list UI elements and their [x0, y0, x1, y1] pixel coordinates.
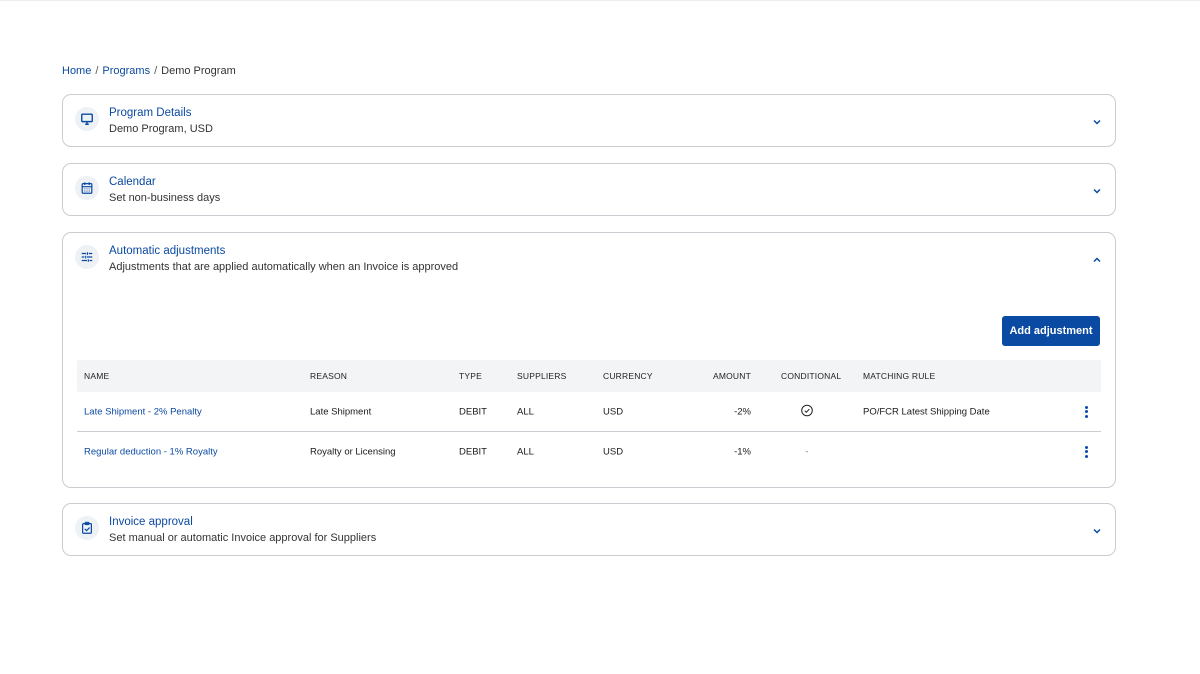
more-options-icon[interactable]: [1083, 405, 1089, 419]
column-header-type[interactable]: TYPE: [459, 371, 482, 381]
adjustment-suppliers: ALL: [517, 446, 534, 457]
invoice-approval-subtitle: Set manual or automatic Invoice approval…: [109, 532, 377, 544]
sliders-icon: [75, 245, 99, 269]
calendar-section: Calendar Set non-business days: [62, 163, 1116, 216]
chevron-up-icon[interactable]: [1091, 253, 1103, 265]
automatic-adjustments-subtitle: Adjustments that are applied automatical…: [109, 261, 459, 273]
column-header-suppliers[interactable]: SUPPLIERS: [517, 371, 567, 381]
chevron-down-icon[interactable]: [1091, 524, 1103, 536]
adjustment-amount: -2%: [734, 406, 751, 417]
breadcrumb-separator: /: [154, 65, 158, 77]
program-details-subtitle: Demo Program, USD: [109, 123, 213, 135]
adjustment-name-link[interactable]: Late Shipment - 2% Penalty: [84, 406, 202, 417]
invoice-approval-title: Invoice approval: [109, 516, 193, 528]
top-divider: [0, 0, 1200, 1]
automatic-adjustments-header[interactable]: Automatic adjustments Adjustments that a…: [63, 233, 1115, 285]
adjustment-currency: USD: [603, 406, 624, 417]
calendar-title: Calendar: [109, 176, 156, 188]
automatic-adjustments-title: Automatic adjustments: [109, 245, 226, 257]
breadcrumb-home[interactable]: Home: [62, 65, 91, 77]
adjustment-type: DEBIT: [459, 446, 487, 457]
check-circle-icon: [799, 404, 815, 419]
adjustment-suppliers: ALL: [517, 406, 534, 417]
calendar-icon: [75, 176, 99, 200]
adjustment-reason: Late Shipment: [310, 406, 372, 417]
adjustment-currency: USD: [603, 446, 624, 457]
program-details-section: Program Details Demo Program, USD: [62, 94, 1116, 147]
add-adjustment-button[interactable]: Add adjustment: [1002, 316, 1100, 346]
automatic-adjustments-section: Automatic adjustments Adjustments that a…: [62, 232, 1116, 488]
adjustment-reason: Royalty or Licensing: [310, 446, 396, 457]
adjustment-name-link[interactable]: Regular deduction - 1% Royalty: [84, 446, 218, 457]
table-row: Late Shipment - 2% Penalty Late Shipment…: [77, 392, 1101, 431]
adjustment-type: DEBIT: [459, 406, 487, 417]
adjustment-amount: -1%: [734, 446, 751, 457]
column-header-conditional[interactable]: CONDITIONAL: [781, 371, 841, 381]
adjustment-matching-rule: PO/FCR Latest Shipping Date: [863, 406, 990, 417]
table-header: NAME REASON TYPE SUPPLIERS CURRENCY AMOU…: [77, 360, 1101, 392]
breadcrumb: Home / Programs / Demo Program: [62, 65, 236, 77]
breadcrumb-separator: /: [95, 65, 99, 77]
adjustment-conditional: -: [805, 446, 809, 457]
clipboard-check-icon: [75, 516, 99, 540]
calendar-header[interactable]: Calendar Set non-business days: [63, 164, 1115, 216]
column-header-matching-rule[interactable]: MATCHING RULE: [863, 371, 935, 381]
column-header-currency[interactable]: CURRENCY: [603, 371, 653, 381]
program-details-header[interactable]: Program Details Demo Program, USD: [63, 95, 1115, 147]
column-header-name[interactable]: NAME: [84, 371, 109, 381]
more-options-icon[interactable]: [1083, 445, 1089, 459]
invoice-approval-section: Invoice approval Set manual or automatic…: [62, 503, 1116, 556]
breadcrumb-programs[interactable]: Programs: [102, 65, 150, 77]
monitor-icon: [75, 107, 99, 131]
breadcrumb-current: Demo Program: [161, 65, 236, 77]
program-details-title: Program Details: [109, 107, 192, 119]
calendar-subtitle: Set non-business days: [109, 192, 221, 204]
adjustments-table: NAME REASON TYPE SUPPLIERS CURRENCY AMOU…: [77, 360, 1101, 471]
table-row: Regular deduction - 1% Royalty Royalty o…: [77, 431, 1101, 471]
column-header-reason[interactable]: REASON: [310, 371, 347, 381]
chevron-down-icon[interactable]: [1091, 184, 1103, 196]
column-header-amount[interactable]: AMOUNT: [677, 371, 751, 381]
chevron-down-icon[interactable]: [1091, 115, 1103, 127]
invoice-approval-header[interactable]: Invoice approval Set manual or automatic…: [63, 504, 1115, 556]
